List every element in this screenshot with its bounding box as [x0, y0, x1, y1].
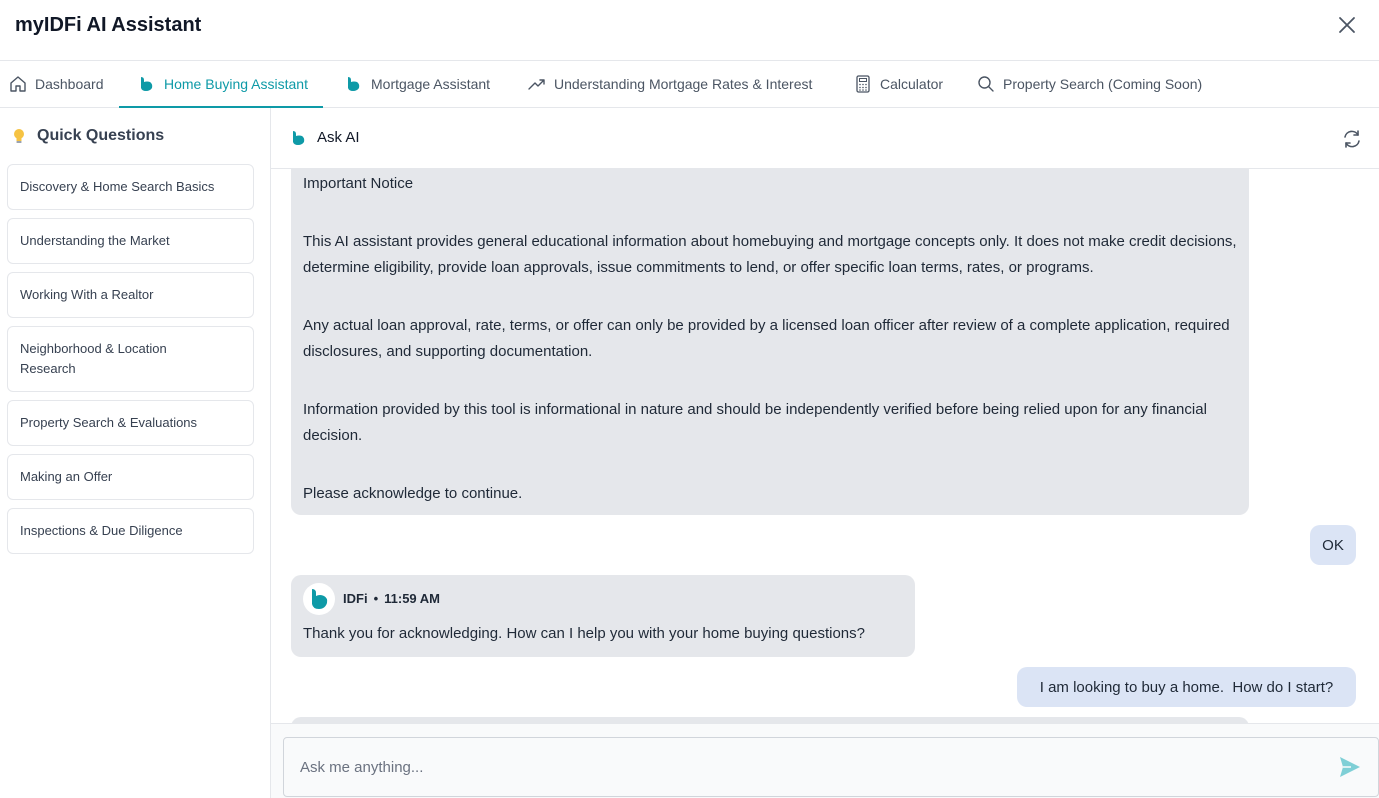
quick-question-property-search[interactable]: Property Search & Evaluations: [7, 400, 254, 446]
close-icon: [1339, 17, 1355, 33]
chat-panel: Ask AI Important Notice This AI assistan…: [271, 108, 1379, 798]
user-message: OK: [1310, 525, 1356, 565]
tab-bar: Dashboard Home Buying Assistant Mortgage…: [0, 61, 1379, 108]
tab-label: Calculator: [880, 76, 944, 92]
notice-paragraph: Any actual loan approval, rate, terms, o…: [303, 317, 1230, 360]
search-icon: [977, 75, 995, 93]
notice-heading: Important Notice: [303, 175, 414, 192]
tab-label: Mortgage Assistant: [371, 76, 491, 92]
notice-paragraph: Information provided by this tool is inf…: [303, 401, 1207, 444]
title-bar: myIDFi AI Assistant: [0, 0, 1379, 61]
send-button[interactable]: [1337, 754, 1363, 780]
notice-paragraph: This AI assistant provides general educa…: [303, 233, 1237, 276]
tab-dashboard[interactable]: Dashboard: [9, 61, 104, 107]
message-text: Thank you for acknowledging. How can I h…: [303, 625, 865, 642]
quick-questions-heading: Quick Questions: [10, 127, 164, 145]
message-sender: IDFi: [343, 591, 368, 606]
idfi-logo-icon: [345, 75, 363, 93]
app-title: myIDFi AI Assistant: [15, 14, 202, 36]
refresh-button[interactable]: [1341, 128, 1363, 150]
chat-title: Ask AI: [291, 129, 360, 146]
message-meta: IDFi • 11:59 AM: [303, 583, 903, 615]
tab-calculator[interactable]: Calculator: [854, 61, 943, 107]
tab-label: Home Buying Assistant: [164, 76, 308, 92]
tab-mortgage-assistant[interactable]: Mortgage Assistant: [345, 61, 490, 107]
idfi-logo-icon: [293, 130, 305, 145]
quick-question-discovery[interactable]: Discovery & Home Search Basics: [7, 164, 254, 210]
trending-up-icon: [528, 75, 546, 93]
quick-question-market[interactable]: Understanding the Market: [7, 218, 254, 264]
refresh-icon: [1344, 130, 1360, 148]
tab-label: Dashboard: [35, 76, 104, 92]
send-icon: [1340, 757, 1360, 777]
message-time: 11:59 AM: [384, 591, 441, 606]
quick-question-neighborhood[interactable]: Neighborhood & Location Research: [7, 326, 254, 392]
quick-question-realtor[interactable]: Working With a Realtor: [7, 272, 254, 318]
chat-input[interactable]: [284, 738, 1324, 796]
tab-home-buying-assistant[interactable]: Home Buying Assistant: [119, 61, 323, 108]
user-message: I am looking to buy a home. How do I sta…: [1017, 667, 1356, 707]
idfi-logo-icon: [312, 589, 328, 609]
chat-input-box: [283, 737, 1379, 797]
notice-paragraph: Please acknowledge to continue.: [303, 485, 523, 502]
idfi-logo-icon: [138, 75, 156, 93]
meta-separator: •: [373, 591, 379, 606]
app-window: myIDFi AI Assistant Dashboard Home Buyin…: [0, 0, 1379, 798]
home-icon: [9, 75, 27, 93]
composer: [271, 723, 1379, 798]
message-list: Important Notice This AI assistant provi…: [271, 169, 1379, 723]
avatar: [303, 583, 335, 615]
tab-label: Property Search (Coming Soon): [1003, 76, 1203, 92]
lightbulb-icon: [14, 129, 24, 143]
calculator-icon: [854, 75, 872, 93]
tab-property-search[interactable]: Property Search (Coming Soon): [977, 61, 1202, 107]
tab-label: Understanding Mortgage Rates & Interest: [554, 76, 813, 92]
chat-header: Ask AI: [271, 108, 1379, 169]
close-button[interactable]: [1334, 12, 1360, 38]
quick-question-offer[interactable]: Making an Offer: [7, 454, 254, 500]
important-notice-message: Important Notice This AI assistant provi…: [291, 169, 1249, 515]
quick-question-inspections[interactable]: Inspections & Due Diligence: [7, 508, 254, 554]
assistant-message: IDFi • 11:59 AM Thank you for acknowledg…: [291, 575, 915, 657]
tab-understanding-mortgage-rates[interactable]: Understanding Mortgage Rates & Interest: [528, 61, 812, 107]
quick-questions-sidebar: Quick Questions Discovery & Home Search …: [0, 108, 271, 798]
